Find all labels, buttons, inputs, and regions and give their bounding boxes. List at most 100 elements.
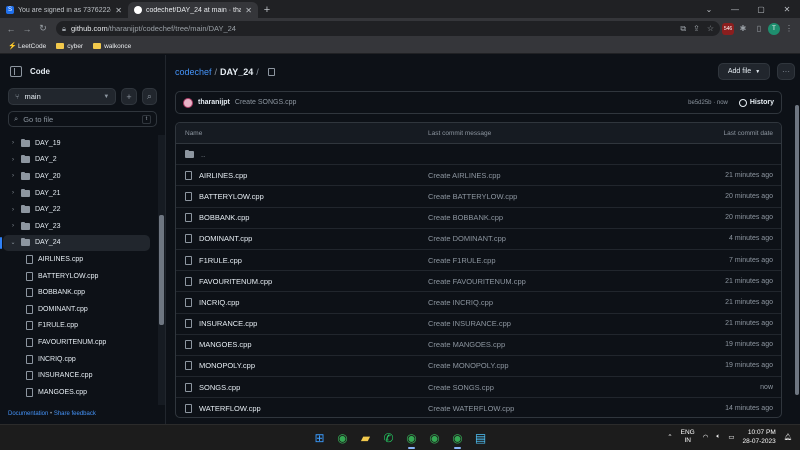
chevron-right-icon[interactable]: › xyxy=(10,223,16,229)
tree-file-item[interactable]: AIRLINES.cpp xyxy=(0,251,157,268)
notification-bell-icon[interactable]: 🔔︎ xyxy=(784,433,792,441)
parent-directory-row[interactable]: .. xyxy=(176,144,781,166)
file-row[interactable]: AIRLINES.cpp Create AIRLINES.cpp 21 minute… xyxy=(176,165,781,187)
file-row[interactable]: MONOPOLY.cpp Create MONOPOLY.cpp 19 minute… xyxy=(176,356,781,378)
file-row[interactable]: INCRIQ.cpp Create INCRIQ.cpp 21 minutes ag… xyxy=(176,292,781,314)
commit-message-link[interactable]: Create WATERFLOW.cpp xyxy=(428,404,678,413)
back-icon[interactable]: ← xyxy=(4,22,18,36)
bookmark-star-icon[interactable]: ☆ xyxy=(707,24,714,34)
share-feedback-link[interactable]: Share feedback xyxy=(54,411,96,417)
file-name-link[interactable]: MANGOES.cpp xyxy=(199,340,252,349)
commit-message-link[interactable]: Create F1RULE.cpp xyxy=(428,256,678,265)
install-app-icon[interactable]: ⧉ xyxy=(680,24,686,34)
close-tab-icon[interactable]: ✕ xyxy=(115,6,122,15)
tree-folder-item[interactable]: › DAY_21 xyxy=(0,185,157,202)
chevron-right-icon[interactable]: › xyxy=(10,173,16,179)
commit-message-link[interactable]: Create INSURANCE.cpp xyxy=(428,319,678,328)
chrome-profile-app-1[interactable]: ◉ xyxy=(403,429,420,449)
file-row[interactable]: BATTERYLOW.cpp Create BATTERYLOW.cpp 20 mi… xyxy=(176,186,781,208)
menu-kebab-icon[interactable]: ⋮ xyxy=(782,22,796,36)
commit-message-link[interactable]: Create BOBBANK.cpp xyxy=(428,213,678,222)
forward-icon[interactable]: → xyxy=(20,22,34,36)
chrome-profile-app-3[interactable]: ◉ xyxy=(449,429,466,449)
tree-file-item[interactable]: DOMINANT.cpp xyxy=(0,301,157,318)
file-name-link[interactable]: MONOPOLY.cpp xyxy=(199,361,255,370)
commit-message-link[interactable]: Create MONOPOLY.cpp xyxy=(428,361,678,370)
input-language[interactable]: ENG IN xyxy=(681,429,695,445)
search-icon[interactable]: ⌕ xyxy=(141,88,158,105)
file-explorer-app[interactable]: ▰ xyxy=(357,429,374,446)
tree-file-item[interactable]: F1RULE.cpp xyxy=(0,318,157,335)
tree-folder-item[interactable]: › DAY_2 xyxy=(0,152,157,169)
volume-icon[interactable]: 🔈︎ xyxy=(716,433,720,441)
tab-search-icon[interactable]: ⌄ xyxy=(696,0,722,18)
file-row[interactable]: F1RULE.cpp Create F1RULE.cpp 7 minutes ago xyxy=(176,250,781,272)
start-button[interactable]: ⊞ xyxy=(311,429,328,446)
commit-message-link[interactable]: Create SONGS.cpp xyxy=(428,383,678,392)
commit-message-link[interactable]: Create INCRIQ.cpp xyxy=(428,298,678,307)
battery-icon[interactable]: ▭ xyxy=(728,433,734,441)
go-to-file-input[interactable]: ⌕ Go to file t xyxy=(8,111,157,127)
side-panel-icon[interactable]: ▯ xyxy=(752,22,766,36)
whatsapp-app[interactable]: ✆ xyxy=(380,429,397,446)
extension-badge-icon[interactable]: 546 xyxy=(722,22,734,35)
commit-author[interactable]: tharanijpt xyxy=(198,99,230,106)
commit-message-link[interactable]: Create MANGOES.cpp xyxy=(428,340,678,349)
extensions-puzzle-icon[interactable]: ✱ xyxy=(736,22,750,36)
chevron-right-icon[interactable]: › xyxy=(10,140,16,146)
profile-avatar[interactable]: T xyxy=(768,22,780,35)
parent-directory-link[interactable]: .. xyxy=(201,150,205,159)
file-row[interactable]: WATERFLOW.cpp Create WATERFLOW.cpp 14 minu… xyxy=(176,398,781,417)
file-row[interactable]: BOBBANK.cpp Create BOBBANK.cpp 20 minutes … xyxy=(176,208,781,229)
file-name-link[interactable]: INSURANCE.cpp xyxy=(199,319,257,328)
tree-folder-item[interactable]: › DAY_23 xyxy=(0,218,157,235)
add-file-button[interactable]: Add file ▼ xyxy=(718,63,770,80)
commit-message-link[interactable]: Create AIRLINES.cpp xyxy=(428,171,678,180)
close-window-icon[interactable]: ✕ xyxy=(774,0,800,18)
tree-folder-item[interactable]: › DAY_22 xyxy=(0,201,157,218)
breadcrumb-repo-link[interactable]: codechef xyxy=(175,67,212,77)
bookmark-leetcode[interactable]: ⚡ LeetCode xyxy=(8,43,46,50)
file-name-link[interactable]: SONGS.cpp xyxy=(199,383,240,392)
chevron-right-icon[interactable]: › xyxy=(10,157,16,163)
file-row[interactable]: SONGS.cpp Create SONGS.cpp now xyxy=(176,377,781,399)
minimize-icon[interactable]: — xyxy=(722,0,748,18)
tree-folder-item[interactable]: ⌄ DAY_24 xyxy=(0,234,150,252)
close-tab-icon[interactable]: ✕ xyxy=(245,6,252,15)
file-row[interactable]: INSURANCE.cpp Create INSURANCE.cpp 21 minu… xyxy=(176,314,781,335)
chevron-up-icon[interactable]: ⌃ xyxy=(667,433,672,441)
author-avatar[interactable] xyxy=(183,97,193,108)
file-name-link[interactable]: WATERFLOW.cpp xyxy=(199,404,261,413)
bookmark-cyber[interactable]: cyber xyxy=(56,43,83,50)
scrollbar-thumb[interactable] xyxy=(159,215,164,325)
tree-folder-item[interactable]: › DAY_19 xyxy=(0,135,157,152)
tree-file-item[interactable]: INSURANCE.cpp xyxy=(0,367,157,384)
address-bar[interactable]: 🔒︎ github.com/tharanijpt/codechef/tree/m… xyxy=(56,21,720,36)
file-name-link[interactable]: BOBBANK.cpp xyxy=(199,213,249,222)
chrome-profile-app-2[interactable]: ◉ xyxy=(426,429,443,446)
file-row[interactable]: DOMINANT.cpp Create DOMINANT.cpp 4 minutes… xyxy=(176,229,781,250)
page-scrollbar[interactable] xyxy=(794,105,800,410)
file-name-link[interactable]: INCRIQ.cpp xyxy=(199,298,239,307)
tree-file-item[interactable]: FAVOURITENUM.cpp xyxy=(0,334,157,351)
chevron-right-icon[interactable]: › xyxy=(10,207,16,213)
history-button[interactable]: History xyxy=(738,98,774,107)
tree-file-item[interactable]: MANGOES.cpp xyxy=(0,384,157,401)
add-file-icon[interactable]: + xyxy=(121,88,137,105)
share-icon[interactable]: ⇪ xyxy=(693,24,700,34)
branch-selector[interactable]: ⑂ main ▼ xyxy=(8,88,117,105)
file-name-link[interactable]: FAVOURITENUM.cpp xyxy=(199,277,272,286)
copy-path-icon[interactable] xyxy=(267,68,275,76)
notepad-app[interactable]: ▤ xyxy=(472,429,489,446)
sidebar-scrollbar[interactable] xyxy=(158,135,165,405)
more-options-button[interactable]: ··· xyxy=(777,63,795,80)
file-name-link[interactable]: F1RULE.cpp xyxy=(199,256,242,265)
tree-file-item[interactable]: BATTERYLOW.cpp xyxy=(0,268,157,285)
chrome-app[interactable]: ◉ xyxy=(334,429,351,446)
new-tab-icon[interactable]: + xyxy=(260,2,274,18)
tree-file-item[interactable]: INCRIQ.cpp xyxy=(0,351,157,368)
wifi-icon[interactable]: ◠ xyxy=(703,433,709,441)
reload-icon[interactable]: ↻ xyxy=(36,22,50,36)
commit-sha[interactable]: be5d25b xyxy=(688,100,711,106)
chevron-down-icon[interactable]: ⌄ xyxy=(10,239,16,246)
